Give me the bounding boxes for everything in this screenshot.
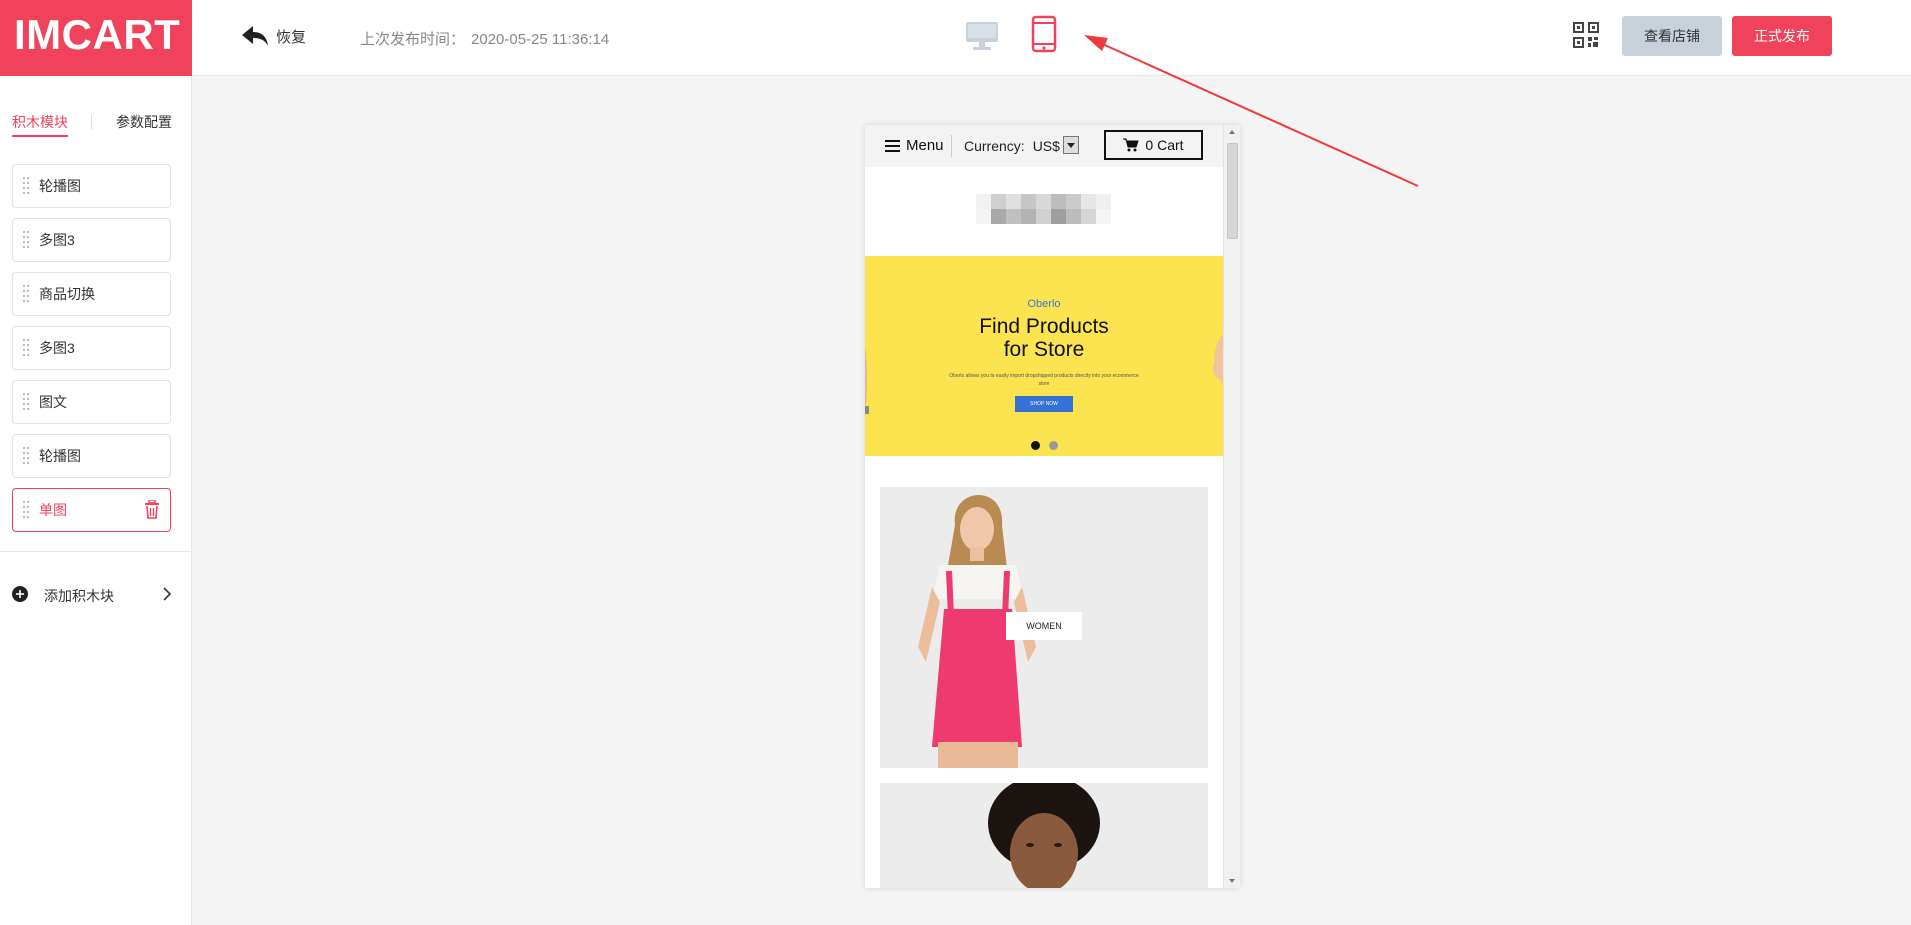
women-label-button[interactable]: WOMEN bbox=[1006, 612, 1082, 640]
drag-handle-icon[interactable] bbox=[23, 447, 29, 465]
desktop-view-icon[interactable] bbox=[965, 20, 999, 52]
block-item[interactable]: 轮播图 bbox=[12, 434, 171, 478]
preview-scrollbar[interactable] bbox=[1223, 125, 1240, 888]
app-logo: IMCART bbox=[0, 0, 192, 76]
qr-code-icon[interactable] bbox=[1573, 22, 1599, 48]
preview-hero-banner: Oberlo Find Products for Store Oberlo al… bbox=[865, 256, 1223, 456]
sidebar-tabs: 积木模块 参数配置 bbox=[12, 112, 182, 137]
block-label: 轮播图 bbox=[39, 448, 81, 464]
block-item-selected[interactable]: 单图 bbox=[12, 488, 171, 532]
preview-topbar: Menu Currency: US$ 0 Cart bbox=[865, 125, 1223, 167]
preview-cart-label: Cart bbox=[1157, 137, 1184, 153]
trash-icon[interactable] bbox=[144, 500, 160, 519]
banner-headline-line1: Find Products bbox=[979, 315, 1109, 338]
banner-subtext: Oberlo allows you to easily import drops… bbox=[949, 373, 1139, 387]
hamburger-icon bbox=[885, 139, 900, 152]
view-store-button[interactable]: 查看店铺 bbox=[1622, 16, 1722, 56]
preview-menu-label: Menu bbox=[906, 137, 944, 154]
tab-params[interactable]: 参数配置 bbox=[116, 112, 172, 132]
currency-dropdown-button[interactable] bbox=[1063, 136, 1079, 154]
banner-headline-line2: for Store bbox=[1003, 338, 1085, 361]
preview-topbar-divider bbox=[951, 135, 952, 157]
last-publish-info: 上次发布时间： 2020-05-25 11:36:14 bbox=[360, 28, 609, 49]
block-sidebar: 积木模块 参数配置 轮播图 多图3 商品切换 多图3 图文 轮播图 单图 添加积… bbox=[0, 76, 192, 925]
sidebar-divider bbox=[0, 551, 192, 552]
cart-icon bbox=[1123, 138, 1140, 152]
preview-cart-count: 0 bbox=[1145, 137, 1154, 153]
last-publish-label: 上次发布时间： bbox=[360, 31, 466, 48]
preview-currency-label: Currency: bbox=[964, 138, 1025, 154]
block-item[interactable]: 多图3 bbox=[12, 218, 171, 262]
drag-handle-icon[interactable] bbox=[23, 393, 29, 411]
block-item[interactable]: 轮播图 bbox=[12, 164, 171, 208]
drag-handle-icon[interactable] bbox=[23, 177, 29, 195]
tab-blocks[interactable]: 积木模块 bbox=[12, 112, 68, 137]
tab-divider bbox=[91, 115, 92, 129]
drag-handle-icon[interactable] bbox=[23, 285, 29, 303]
mobile-view-icon[interactable] bbox=[1031, 15, 1057, 53]
banner-brand: Oberlo bbox=[1027, 298, 1061, 310]
preview-menu-button[interactable]: Menu bbox=[885, 137, 944, 154]
carousel-dot[interactable] bbox=[1049, 441, 1058, 450]
carousel-dot-active[interactable] bbox=[1031, 441, 1040, 450]
block-label: 轮播图 bbox=[39, 178, 81, 194]
mobile-preview: Menu Currency: US$ 0 Cart Oberlo Find Pr… bbox=[865, 125, 1240, 888]
last-publish-time: 2020-05-25 11:36:14 bbox=[471, 31, 610, 48]
preview-cart-button[interactable]: 0 Cart bbox=[1104, 130, 1203, 160]
man-model-illustration bbox=[988, 783, 1100, 888]
undo-icon bbox=[242, 26, 268, 46]
chevron-right-icon bbox=[163, 587, 172, 601]
drag-handle-icon[interactable] bbox=[23, 501, 29, 519]
block-item[interactable]: 商品切换 bbox=[12, 272, 171, 316]
block-label: 图文 bbox=[39, 394, 67, 410]
add-circle-icon bbox=[12, 586, 28, 602]
block-item[interactable]: 图文 bbox=[12, 380, 171, 424]
publish-button[interactable]: 正式发布 bbox=[1732, 16, 1832, 56]
add-block-button[interactable]: 添加积木块 bbox=[12, 585, 172, 605]
top-header: IMCART 恢复 上次发布时间： 2020-05-25 11:36:14 查看店… bbox=[0, 0, 1911, 76]
block-label: 单图 bbox=[39, 502, 67, 518]
women-category-image[interactable]: WOMEN bbox=[880, 487, 1208, 768]
block-item[interactable]: 多图3 bbox=[12, 326, 171, 370]
banner-headline: Find Products for Store bbox=[865, 315, 1223, 361]
pixelated-store-logo bbox=[976, 194, 1111, 224]
scrollbar-thumb[interactable] bbox=[1227, 143, 1238, 239]
add-block-label: 添加积木块 bbox=[44, 588, 114, 604]
preview-currency-value: US$ bbox=[1032, 138, 1060, 154]
preview-currency: Currency: US$ bbox=[964, 138, 1060, 154]
undo-button[interactable]: 恢复 bbox=[240, 22, 306, 50]
scroll-down-arrow-icon[interactable] bbox=[1229, 879, 1235, 883]
block-label: 多图3 bbox=[39, 340, 75, 356]
scroll-up-arrow-icon[interactable] bbox=[1229, 130, 1235, 134]
banner-shop-now-button[interactable]: SHOP NOW bbox=[1015, 396, 1073, 412]
drag-handle-icon[interactable] bbox=[23, 231, 29, 249]
man-category-image[interactable] bbox=[880, 783, 1208, 888]
undo-label: 恢复 bbox=[276, 28, 307, 46]
block-label: 多图3 bbox=[39, 232, 75, 248]
block-label: 商品切换 bbox=[39, 286, 95, 302]
drag-handle-icon[interactable] bbox=[23, 339, 29, 357]
